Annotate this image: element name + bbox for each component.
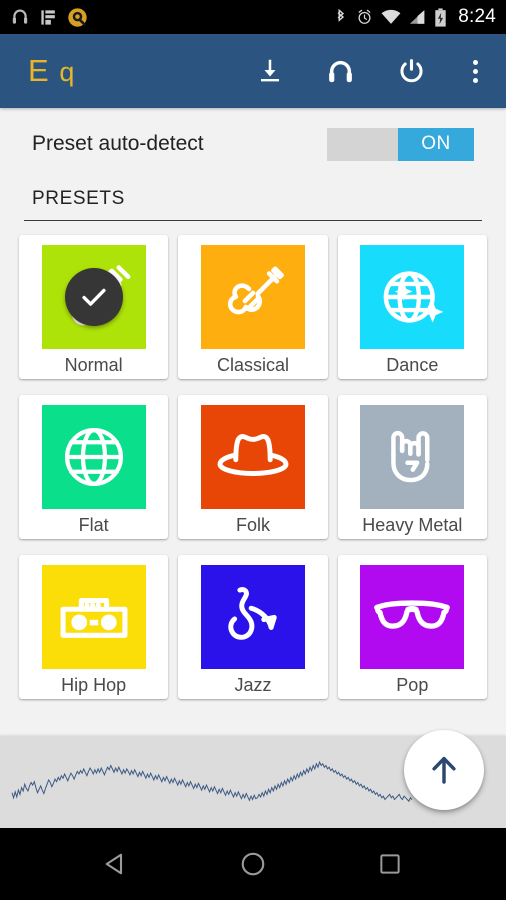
power-button[interactable] bbox=[396, 56, 427, 87]
app-root: 8:24 E q Preset auto-detect ON PRESETS N… bbox=[0, 0, 506, 900]
wifi-icon bbox=[381, 9, 401, 24]
status-bar: 8:24 bbox=[0, 0, 506, 34]
overflow-menu-button[interactable] bbox=[467, 56, 484, 87]
overflow-dot-3 bbox=[473, 77, 478, 83]
headphones-icon bbox=[12, 9, 28, 24]
download-icon bbox=[261, 59, 279, 82]
status-bar-right-icons: 8:24 bbox=[333, 6, 496, 28]
preset-label: Hip Hop bbox=[61, 675, 127, 695]
audio-app-icon bbox=[68, 7, 87, 27]
preset-tile[interactable] bbox=[360, 245, 465, 349]
signal-icon bbox=[410, 10, 425, 24]
presets-grid: Normal Classical Dance Flat Folk Heavy M… bbox=[0, 235, 506, 699]
sunglasses-icon bbox=[374, 600, 451, 629]
discoball-icon bbox=[383, 271, 444, 323]
auto-detect-row: Preset auto-detect ON bbox=[0, 108, 506, 168]
preset-label: Jazz bbox=[234, 675, 272, 695]
preset-tile[interactable] bbox=[200, 245, 305, 349]
square-icon bbox=[380, 854, 400, 874]
cowboyhat-icon bbox=[217, 434, 289, 476]
arrow-up-icon bbox=[432, 756, 456, 784]
preset-tile[interactable] bbox=[41, 405, 146, 509]
circle-icon bbox=[241, 852, 265, 876]
preset-card[interactable]: Flat bbox=[19, 395, 169, 539]
overflow-dot-1 bbox=[473, 59, 478, 65]
preset-tile[interactable] bbox=[360, 565, 465, 669]
preset-label: Folk bbox=[235, 515, 270, 535]
bluetooth-icon bbox=[337, 8, 345, 22]
preset-card[interactable]: Jazz bbox=[178, 555, 328, 699]
auto-detect-toggle-thumb[interactable]: ON bbox=[398, 127, 474, 161]
app-bar-actions bbox=[255, 56, 488, 87]
app-logo: E q bbox=[28, 53, 75, 89]
headphones-icon bbox=[329, 60, 352, 82]
saxophone-icon bbox=[228, 587, 277, 640]
auto-detect-label: Preset auto-detect bbox=[32, 132, 204, 155]
alarm-icon bbox=[358, 9, 371, 24]
nav-back-button[interactable] bbox=[81, 834, 151, 894]
preset-card[interactable]: Heavy Metal bbox=[337, 395, 487, 539]
preset-tile[interactable] bbox=[360, 405, 465, 509]
overflow-dot-2 bbox=[473, 68, 478, 74]
power-icon bbox=[400, 58, 423, 82]
triangle-left-icon bbox=[106, 853, 123, 875]
status-bar-left-icons bbox=[10, 7, 88, 28]
preset-card[interactable]: Dance bbox=[337, 235, 487, 379]
presets-section-title: PRESETS bbox=[32, 188, 125, 209]
battery-charging-icon bbox=[435, 7, 446, 27]
preset-tile[interactable] bbox=[200, 565, 305, 669]
preset-card[interactable]: Classical bbox=[178, 235, 328, 379]
preset-label: Pop bbox=[396, 675, 429, 695]
preset-label: Flat bbox=[78, 515, 109, 535]
status-bar-clock: 8:24 bbox=[458, 6, 496, 27]
nav-recents-button[interactable] bbox=[355, 834, 425, 894]
rockhand-icon bbox=[391, 430, 430, 483]
boombox-icon bbox=[60, 598, 128, 638]
violin-icon bbox=[227, 266, 284, 315]
app-logo-e: E bbox=[28, 53, 50, 88]
auto-detect-toggle[interactable]: ON bbox=[327, 127, 474, 161]
preset-tile[interactable] bbox=[41, 245, 146, 349]
scroll-up-fab[interactable] bbox=[404, 730, 484, 810]
app-bar: E q bbox=[0, 34, 506, 108]
preset-label: Normal bbox=[64, 355, 123, 375]
preset-card[interactable]: Normal bbox=[19, 235, 169, 379]
preset-card[interactable]: Hip Hop bbox=[19, 555, 169, 699]
preset-tile[interactable] bbox=[200, 405, 305, 509]
library-icon bbox=[41, 9, 55, 25]
presets-section-divider bbox=[24, 220, 482, 221]
download-button[interactable] bbox=[255, 56, 285, 86]
preset-card[interactable]: Folk bbox=[178, 395, 328, 539]
nav-home-button[interactable] bbox=[218, 834, 288, 894]
preset-label: Classical bbox=[216, 355, 289, 375]
globe-icon bbox=[64, 427, 123, 487]
preset-label: Heavy Metal bbox=[362, 515, 463, 535]
audio-spectrum-panel bbox=[0, 730, 506, 828]
preset-card[interactable]: Pop bbox=[337, 555, 487, 699]
selected-check-badge bbox=[64, 268, 123, 326]
preset-tile[interactable] bbox=[41, 565, 146, 669]
check-icon bbox=[82, 288, 106, 306]
headphones-button[interactable] bbox=[325, 56, 356, 87]
content-area: Preset auto-detect ON PRESETS Normal Cla… bbox=[0, 108, 506, 828]
preset-label: Dance bbox=[386, 355, 439, 375]
app-logo-q: q bbox=[59, 57, 76, 87]
spectrum-line bbox=[11, 760, 413, 803]
android-navigation-bar bbox=[0, 828, 506, 900]
